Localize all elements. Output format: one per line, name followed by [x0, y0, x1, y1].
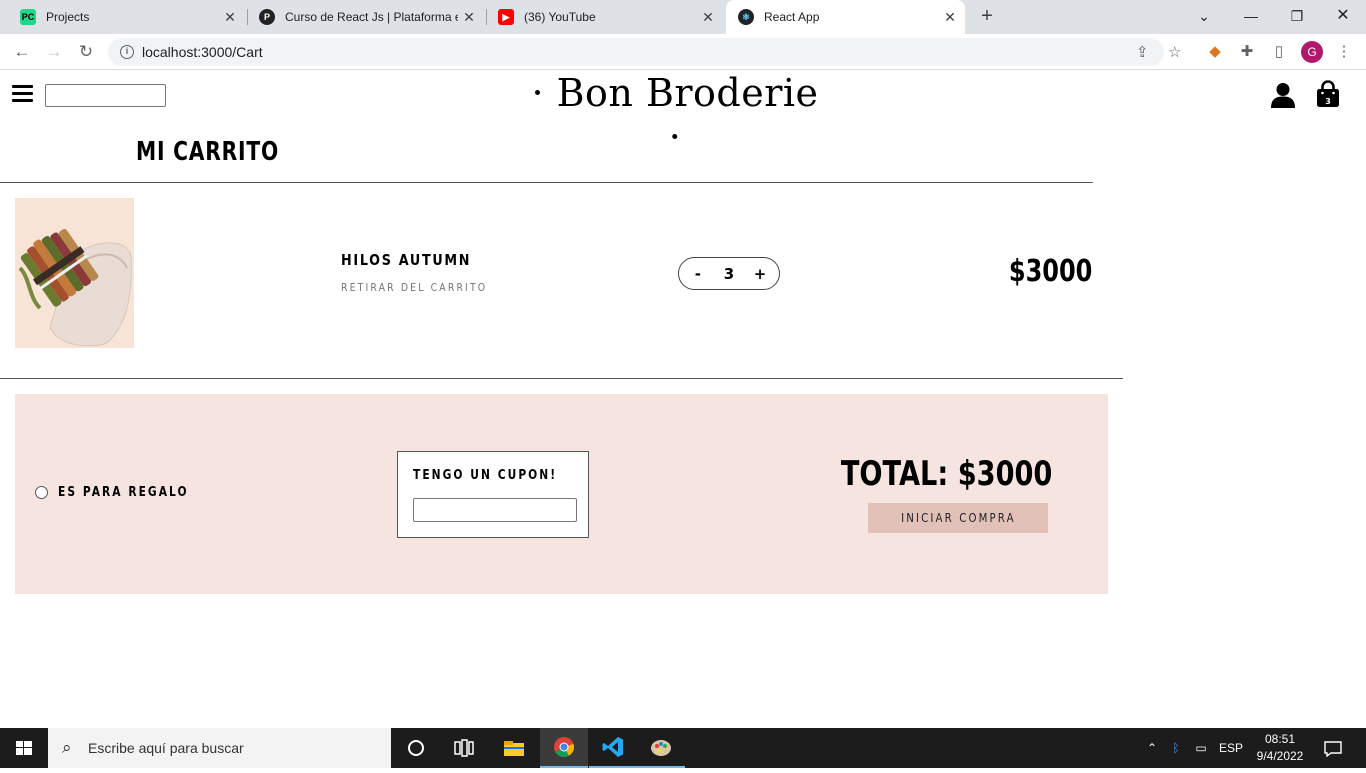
tab-title: React App [764, 10, 820, 24]
side-panel-icon[interactable]: ▯ [1269, 42, 1289, 62]
tab-title: (36) YouTube [524, 10, 596, 24]
windows-start-icon[interactable] [0, 728, 48, 768]
quantity-stepper: - 3 + [678, 257, 780, 290]
bluetooth-icon[interactable]: ᛒ [1168, 728, 1184, 768]
tab-react-app[interactable]: ⚛ React App ✕ [726, 0, 965, 34]
forward-arrow-icon[interactable]: → [42, 41, 66, 63]
product-name[interactable]: HILOS AUTUMN [341, 251, 471, 269]
address-bar[interactable]: i localhost:3000/Cart ⇪ ☆ [108, 38, 1181, 66]
youtube-icon: ▶ [498, 9, 514, 25]
remove-from-cart-link[interactable]: RETIRAR DEL CARRITO [341, 281, 487, 294]
search-icon: ⌕ [62, 738, 72, 757]
tab-projects[interactable]: PC Projects ✕ [8, 0, 245, 34]
paint-palette-icon[interactable] [637, 728, 685, 768]
tab-title: Curso de React Js | Plataforma el... [285, 10, 458, 24]
user-account-icon[interactable] [1270, 82, 1296, 108]
vscode-icon[interactable] [589, 728, 637, 768]
close-icon[interactable]: ✕ [219, 9, 241, 26]
clock-date: 9/4/2022 [1256, 749, 1304, 763]
system-clock[interactable]: 08:51 9/4/2022 [1250, 731, 1310, 765]
chrome-icon[interactable] [540, 728, 588, 768]
share-icon[interactable]: ⇪ [1136, 43, 1149, 61]
coupon-box: TENGO UN CUPON! [397, 451, 589, 538]
platzi-icon: P [259, 9, 275, 25]
site-search-input[interactable] [45, 84, 166, 107]
close-icon[interactable]: ✕ [697, 9, 719, 26]
item-price: $3000 [1008, 254, 1093, 289]
pycharm-icon: PC [20, 9, 36, 25]
file-explorer-icon[interactable] [490, 728, 538, 768]
bookmark-star-icon[interactable]: ☆ [1168, 43, 1181, 61]
task-view-icon[interactable] [440, 728, 488, 768]
browser-toolbar: ← → ↻ i localhost:3000/Cart ⇪ ☆ ◆ ✚ ▯ G … [0, 34, 1366, 70]
product-image [15, 198, 134, 348]
quantity-value: 3 [723, 264, 735, 283]
notification-center-icon[interactable] [1322, 728, 1344, 768]
decrement-button[interactable]: - [686, 265, 710, 283]
extensions-puzzle-icon[interactable]: ✚ [1237, 42, 1257, 62]
language-indicator[interactable]: ESP [1218, 728, 1244, 768]
gift-label[interactable]: ES PARA REGALO [58, 485, 189, 500]
taskbar-search-placeholder: Escribe aquí para buscar [88, 740, 244, 756]
divider [0, 378, 1123, 379]
cart-page: · Bon Broderie · 3 MI CARRITO HILOS AUTU… [0, 71, 1366, 728]
restore-button[interactable]: ❐ [1274, 0, 1320, 32]
coupon-input[interactable] [413, 498, 577, 522]
reload-icon[interactable]: ↻ [74, 41, 98, 63]
close-window-button[interactable]: ✕ [1320, 0, 1366, 32]
tab-youtube[interactable]: ▶ (36) YouTube ✕ [486, 0, 723, 34]
url-text[interactable]: localhost:3000/Cart [142, 44, 263, 60]
battery-network-icon[interactable]: ▭ [1190, 728, 1212, 768]
gift-option[interactable]: ES PARA REGALO [35, 485, 217, 500]
clock-time: 08:51 [1264, 732, 1296, 746]
windows-taskbar: ⌕ Escribe aquí para buscar ⌃ ᛒ ▭ ESP 08:… [0, 728, 1366, 768]
site-info-icon[interactable]: i [120, 45, 134, 59]
close-icon[interactable]: ✕ [458, 9, 480, 26]
metamask-fox-icon[interactable]: ◆ [1205, 42, 1225, 62]
tab-curso-react[interactable]: P Curso de React Js | Plataforma el... ✕ [247, 0, 484, 34]
cortana-icon[interactable] [392, 728, 440, 768]
gift-radio[interactable] [35, 486, 48, 499]
tab-title: Projects [46, 10, 90, 24]
more-menu-icon[interactable]: ⋮ [1334, 42, 1354, 62]
show-hidden-icons-chevron[interactable]: ⌃ [1144, 728, 1160, 768]
close-icon[interactable]: ✕ [939, 9, 961, 26]
tab-strip: PC Projects ✕ P Curso de React Js | Plat… [0, 0, 1366, 34]
cart-total: TOTAL: $3000 [840, 454, 1052, 494]
checkout-button-label: INICIAR COMPRA [900, 511, 1016, 525]
increment-button[interactable]: + [748, 265, 772, 283]
hamburger-menu-icon[interactable] [12, 85, 33, 103]
back-arrow-icon[interactable]: ← [10, 41, 34, 63]
checkout-button[interactable]: INICIAR COMPRA [868, 503, 1048, 533]
page-title: MI CARRITO [136, 137, 280, 167]
tab-search-chevron-icon[interactable]: ⌄ [1181, 0, 1227, 32]
coupon-label: TENGO UN CUPON! [413, 468, 558, 483]
react-icon: ⚛ [738, 9, 754, 25]
new-tab-button[interactable]: + [976, 5, 998, 27]
cart-summary-panel: ES PARA REGALO TENGO UN CUPON! TOTAL: $3… [15, 394, 1108, 594]
taskbar-search-box[interactable]: ⌕ Escribe aquí para buscar [48, 728, 391, 768]
brand-logo[interactable]: · Bon Broderie · [520, 71, 830, 159]
minimize-button[interactable]: — [1228, 0, 1274, 32]
profile-avatar[interactable]: G [1301, 41, 1323, 63]
divider [0, 182, 1093, 183]
cart-count-badge: 3 [1325, 97, 1331, 106]
cart-bag-icon[interactable]: 3 [1315, 80, 1341, 108]
